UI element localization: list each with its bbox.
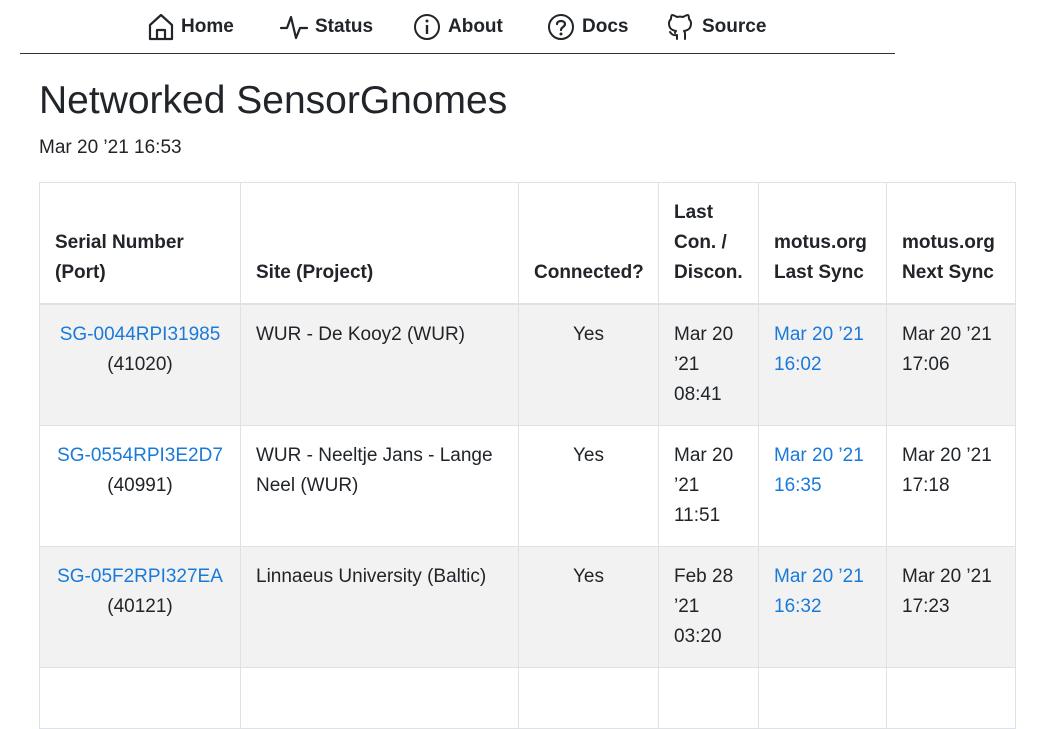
nav-source[interactable]: Source [666,10,766,44]
last-con-cell: Mar 20 ’21 08:41 [658,303,759,426]
connected-cell: Yes [518,546,659,668]
info-icon [414,14,440,40]
last-con-cell [658,667,759,729]
nav-docs-label: Docs [582,16,629,37]
nav-status[interactable]: Status [279,10,373,44]
header-last-sync[interactable]: motus.org Last Sync [758,182,887,305]
table-row: SG-0044RPI31985 (41020) WUR - De Kooy2 (… [39,303,1016,426]
question-icon [548,14,574,40]
serial-link[interactable]: SG-05F2RPI327EA [57,566,223,587]
pulse-icon [279,15,309,40]
github-icon [668,14,692,40]
site-cell [240,667,519,729]
next-sync-cell: Mar 20 ’21 17:18 [886,425,1016,547]
table-row: SG-0554RPI3E2D7 (40991) WUR - Neeltje Ja… [39,425,1016,547]
serial-cell: SG-05F2RPI327EA (40121) [39,546,241,668]
page-timestamp: Mar 20 ’21 16:53 [39,137,182,158]
home-icon [148,13,174,41]
last-sync-cell: Mar 20 ’21 16:02 [758,303,887,426]
site-cell: WUR - Neeltje Jans - Lange Neel (WUR) [240,425,519,547]
table-row [39,667,1016,729]
next-sync-cell: Mar 20 ’21 17:06 [886,303,1016,426]
nav-docs[interactable]: Docs [546,10,628,44]
last-sync-cell [758,667,887,729]
nav-about[interactable]: About [412,10,503,44]
serial-cell: SG-0554RPI3E2D7 (40991) [39,425,241,547]
nav-source-label: Source [702,16,767,37]
header-last-con[interactable]: Last Con. / Discon. [658,182,759,305]
nav-home-label: Home [181,16,234,37]
last-con-cell: Mar 20 ’21 11:51 [658,425,759,547]
port-text: (40991) [107,475,173,496]
next-sync-cell [886,667,1016,729]
serial-link[interactable]: SG-0044RPI31985 [60,324,221,345]
last-con-cell: Feb 28 ’21 03:20 [658,546,759,668]
connected-cell [518,667,659,729]
header-next-sync[interactable]: motus.org Next Sync [886,182,1016,305]
serial-cell [39,667,241,729]
nav-home[interactable]: Home [147,10,234,44]
connected-cell: Yes [518,425,659,547]
last-sync-link[interactable]: Mar 20 ’21 16:02 [774,324,864,375]
top-nav: Home Status About Docs Source [20,0,895,54]
table-header-row: Serial Number (Port) Site (Project) Conn… [39,182,1016,305]
port-text: (40121) [107,596,173,617]
page-title: Networked SensorGnomes [39,79,508,122]
header-serial[interactable]: Serial Number (Port) [39,182,241,305]
last-sync-cell: Mar 20 ’21 16:35 [758,425,887,547]
serial-cell: SG-0044RPI31985 (41020) [39,303,241,426]
nav-status-label: Status [315,16,374,37]
nav-about-label: About [448,16,503,37]
header-connected[interactable]: Connected? [518,182,659,305]
next-sync-cell: Mar 20 ’21 17:23 [886,546,1016,668]
last-sync-link[interactable]: Mar 20 ’21 16:35 [774,445,864,496]
port-text: (41020) [107,354,173,375]
last-sync-cell: Mar 20 ’21 16:32 [758,546,887,668]
table-row: SG-05F2RPI327EA (40121) Linnaeus Univers… [39,546,1016,668]
site-cell: Linnaeus University (Baltic) [240,546,519,668]
sensorgnome-table: Serial Number (Port) Site (Project) Conn… [39,182,1016,729]
site-cell: WUR - De Kooy2 (WUR) [240,303,519,426]
header-site[interactable]: Site (Project) [240,182,519,305]
last-sync-link[interactable]: Mar 20 ’21 16:32 [774,566,864,617]
serial-link[interactable]: SG-0554RPI3E2D7 [57,445,223,466]
connected-cell: Yes [518,303,659,426]
